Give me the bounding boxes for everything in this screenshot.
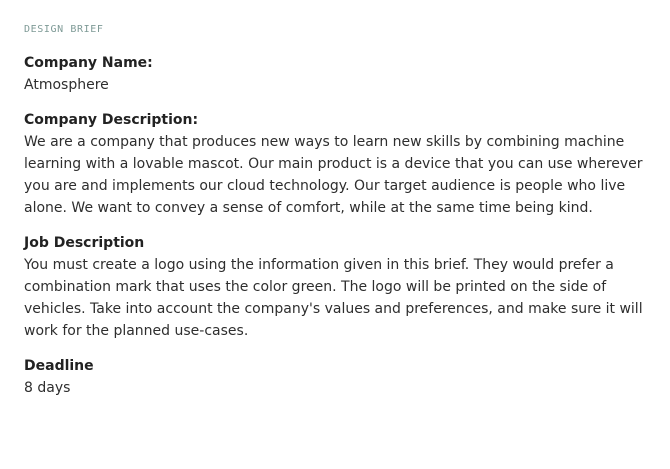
- section-company-description: Company Description: We are a company th…: [24, 110, 654, 219]
- section-heading: Deadline: [24, 358, 94, 374]
- section-body: Atmosphere: [24, 77, 109, 93]
- design-brief: DESIGN BRIEF Company Name: Atmosphere Co…: [24, 24, 654, 413]
- section-deadline: Deadline 8 days: [24, 356, 654, 399]
- section-job-description: Job Description You must create a logo u…: [24, 233, 654, 342]
- section-heading: Company Description:: [24, 112, 199, 128]
- brief-eyebrow: DESIGN BRIEF: [24, 24, 104, 35]
- section-heading: Job Description: [24, 235, 145, 251]
- section-heading: Company Name:: [24, 55, 153, 71]
- section-body: We are a company that produces new ways …: [24, 134, 643, 216]
- section-company-name: Company Name: Atmosphere: [24, 53, 654, 96]
- section-body: 8 days: [24, 380, 71, 396]
- section-body: You must create a logo using the informa…: [24, 257, 643, 339]
